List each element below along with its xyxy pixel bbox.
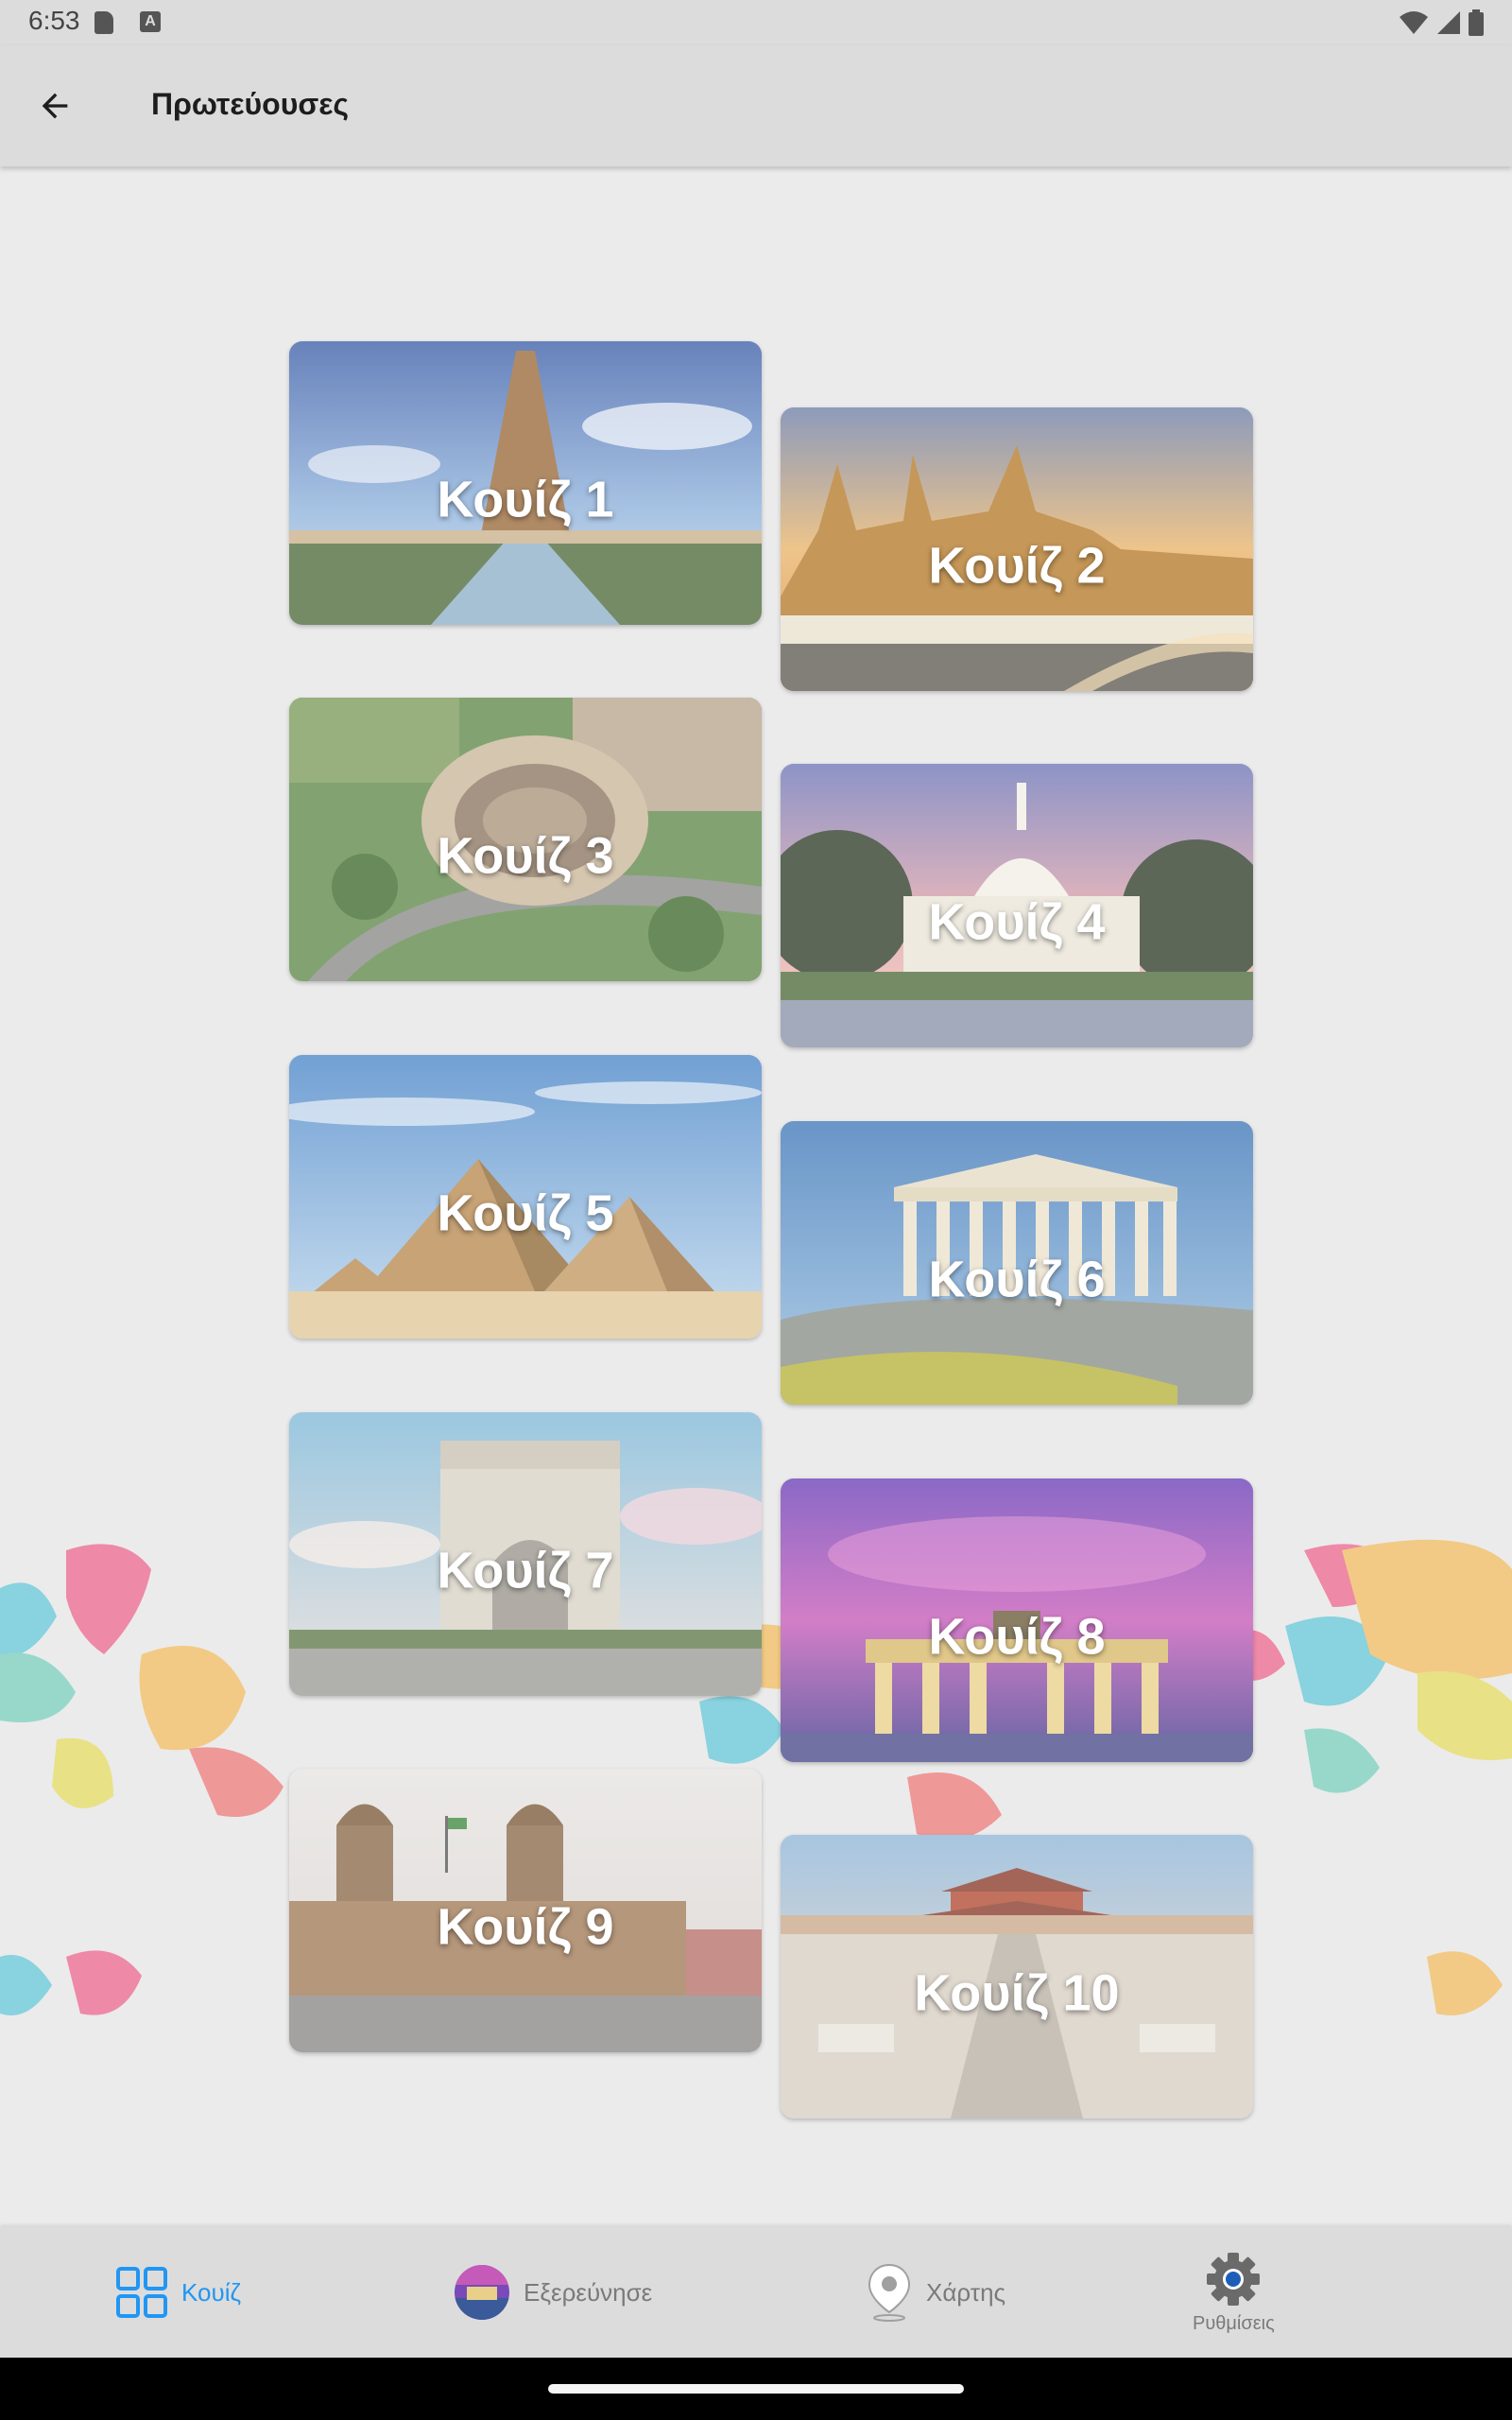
quiz-card-7[interactable]: Κουίζ 7 [289,1412,762,1696]
quiz-label: Κουίζ 8 [928,1608,1106,1666]
nav-label: Ρυθμίσεις [1193,2312,1275,2334]
quiz-label: Κουίζ 5 [437,1184,614,1242]
gear-icon [1207,2252,1261,2306]
quiz-label: Κουίζ 1 [437,471,614,528]
nav-item-explore[interactable]: Εξερεύνησε [454,2227,652,2358]
nav-label: Κουίζ [181,2277,241,2307]
quiz-card-6[interactable]: Κουίζ 6 [781,1121,1253,1405]
nav-item-settings[interactable]: Ρυθμίσεις [1193,2227,1275,2358]
gesture-navigation-area [0,2358,1512,2420]
quiz-card-2[interactable]: Κουίζ 2 [781,407,1253,691]
quiz-card-1[interactable]: Κουίζ 1 [289,341,762,625]
keyboard-indicator-icon: A [140,11,161,32]
quiz-label: Κουίζ 3 [437,827,614,885]
status-time: 6:53 [28,6,80,35]
explore-avatar-icon [455,2265,509,2320]
nav-label: Εξερεύνησε [524,2277,653,2307]
arrow-back-icon [42,93,68,119]
quiz-card-3[interactable]: Κουίζ 3 [289,698,762,981]
cell-signal-icon [1437,11,1460,34]
quiz-label: Κουίζ 9 [437,1898,614,1956]
nav-item-map[interactable]: Χάρτης [866,2227,1005,2358]
quiz-label: Κουίζ 6 [928,1251,1106,1308]
nav-label: Χάρτης [926,2277,1006,2307]
quiz-label: Κουίζ 7 [437,1542,614,1599]
app-bar: Πρωτεύουσες [0,45,1512,166]
gesture-handle[interactable] [548,2384,964,2394]
quiz-card-8[interactable]: Κουίζ 8 [781,1478,1253,1762]
status-icons [1399,9,1484,36]
sd-card-icon [94,11,113,34]
bottom-navigation: Κουίζ Εξερεύνησε Χάρτης Ρυθμίσεις [0,2227,1512,2358]
quiz-label: Κουίζ 4 [928,893,1106,951]
back-button[interactable] [21,72,89,140]
status-bar: 6:53 A [0,0,1512,45]
quiz-card-4[interactable]: Κουίζ 4 [781,764,1253,1047]
quiz-card-9[interactable]: Κουίζ 9 [289,1769,762,2052]
grid-icon [116,2267,167,2318]
quiz-card-10[interactable]: Κουίζ 10 [781,1835,1253,2118]
map-pin-icon [868,2263,911,2322]
quiz-label: Κουίζ 2 [928,537,1106,595]
page-title: Πρωτεύουσες [151,87,350,121]
nav-item-quiz[interactable]: Κουίζ [115,2227,241,2358]
quiz-card-5[interactable]: Κουίζ 5 [289,1055,762,1339]
battery-icon [1469,9,1484,36]
quiz-label: Κουίζ 10 [914,1964,1120,2022]
wifi-icon [1400,11,1428,34]
